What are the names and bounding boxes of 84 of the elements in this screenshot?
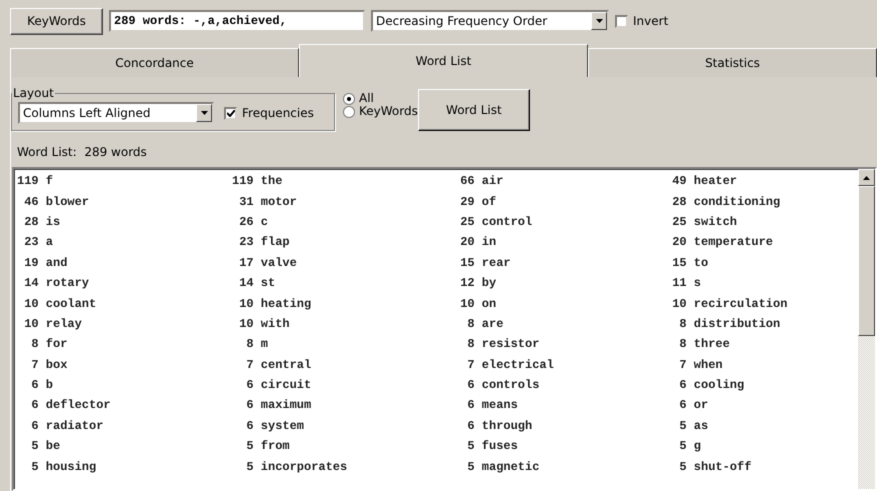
scroll-up-arrow-icon	[863, 176, 870, 180]
word-entry[interactable]: 5 housing	[17, 460, 232, 474]
word-entry[interactable]: 7 central	[232, 358, 453, 372]
word-entry[interactable]: 5 fuses	[453, 439, 665, 454]
word-entry[interactable]: 29 of	[453, 194, 665, 209]
word-entry[interactable]: 5 magnetic	[453, 460, 665, 474]
word-entry[interactable]: 6 through	[453, 418, 665, 433]
checkbox[interactable]	[224, 106, 237, 120]
word-list-button[interactable]: Word List	[418, 89, 530, 131]
scroll-thumb[interactable]	[858, 186, 875, 336]
word-entry[interactable]: 10 relay	[17, 316, 232, 331]
word-entry[interactable]: 119 f	[17, 174, 232, 188]
frequencies-label: Frequencies	[242, 106, 314, 120]
order-dropdown[interactable]: Decreasing Frequency Order	[371, 10, 609, 32]
word-entry[interactable]: 6 b	[17, 378, 232, 392]
word-entry[interactable]: 26 c	[232, 214, 453, 229]
radio-button[interactable]	[343, 106, 355, 118]
word-entry[interactable]: 49 heater	[665, 174, 855, 188]
tab[interactable]: Statistics	[588, 48, 877, 77]
word-entry[interactable]: 14 st	[232, 276, 453, 290]
word-entry[interactable]: 5 from	[232, 439, 453, 454]
word-entry[interactable]: 6 circuit	[232, 378, 453, 392]
word-entry[interactable]: 17 valve	[232, 256, 453, 270]
summary-text: Word List: 289 words	[16, 144, 148, 161]
word-entry[interactable]: 7 when	[665, 358, 855, 372]
dropdown-arrow-icon	[596, 19, 602, 23]
word-entry[interactable]: 15 to	[665, 256, 855, 270]
word-entry[interactable]: 25 control	[453, 214, 665, 229]
word-entry[interactable]: 8 distribution	[665, 316, 855, 331]
checkmark-icon	[226, 110, 234, 116]
tab[interactable]: Word List	[299, 44, 588, 77]
tab[interactable]: Concordance	[10, 48, 299, 77]
layout-dropdown[interactable]: Columns Left Aligned	[18, 102, 214, 124]
radio-button[interactable]	[343, 92, 355, 104]
invert-label: Invert	[633, 14, 668, 28]
word-entry[interactable]: 10 recirculation	[665, 296, 855, 311]
word-entry[interactable]: 10 on	[453, 296, 665, 311]
word-entry[interactable]: 6 means	[453, 398, 665, 412]
word-entry[interactable]: 10 coolant	[17, 296, 232, 311]
dropdown-arrow-icon	[200, 111, 208, 115]
word-entry[interactable]: 31 motor	[232, 194, 453, 209]
word-entry[interactable]: 5 shut-off	[665, 460, 855, 474]
word-entry[interactable]: 23 flap	[232, 235, 453, 250]
keywords-button[interactable]: KeyWords	[10, 8, 103, 34]
word-entry[interactable]: 25 switch	[665, 214, 855, 229]
word-entry[interactable]: 5 as	[665, 418, 855, 433]
word-entry[interactable]: 10 heating	[232, 296, 453, 311]
word-entry[interactable]: 28 is	[17, 214, 232, 229]
word-entry[interactable]: 6 cooling	[665, 378, 855, 392]
keywords-field[interactable]: 289 words: -,a,achieved,	[109, 10, 365, 32]
word-entry[interactable]: 8 are	[453, 316, 665, 331]
word-entry[interactable]: 8 resistor	[453, 337, 665, 352]
word-entry[interactable]: 6 radiator	[17, 418, 232, 433]
word-entry[interactable]: 6 or	[665, 398, 855, 412]
word-entry[interactable]: 10 with	[232, 316, 453, 331]
radio-label: All	[359, 92, 374, 105]
word-entry[interactable]: 8 three	[665, 337, 855, 352]
word-entry[interactable]: 20 temperature	[665, 235, 855, 250]
word-entry[interactable]: 8 m	[232, 337, 453, 352]
word-entry[interactable]: 7 electrical	[453, 358, 665, 372]
word-entry[interactable]: 19 and	[17, 256, 232, 270]
word-entry[interactable]: 6 system	[232, 418, 453, 433]
word-entry[interactable]: 46 blower	[17, 194, 232, 209]
word-entry[interactable]: 7 box	[17, 358, 232, 372]
word-entry[interactable]: 12 by	[453, 276, 665, 290]
word-entry[interactable]: 28 conditioning	[665, 194, 855, 209]
word-entry[interactable]: 5 g	[665, 439, 855, 454]
word-entry[interactable]: 15 rear	[453, 256, 665, 270]
group-title: Layout	[12, 86, 55, 100]
word-entry[interactable]: 6 deflector	[17, 398, 232, 412]
scroll-up-button[interactable]	[858, 169, 875, 186]
word-entry[interactable]: 66 air	[453, 174, 665, 188]
word-entry[interactable]: 6 controls	[453, 378, 665, 392]
word-entry[interactable]: 11 s	[665, 276, 855, 290]
word-entry[interactable]: 14 rotary	[17, 276, 232, 290]
word-entry[interactable]: 5 incorporates	[232, 460, 453, 474]
radio-label: KeyWords	[359, 105, 418, 118]
word-entry[interactable]: 20 in	[453, 235, 665, 250]
word-entry[interactable]: 6 maximum	[232, 398, 453, 412]
word-entry[interactable]: 23 a	[17, 235, 232, 250]
checkbox[interactable]	[615, 14, 628, 28]
word-entry[interactable]: 5 be	[17, 439, 232, 454]
word-entry[interactable]: 8 for	[17, 337, 232, 352]
word-entry[interactable]: 119 the	[232, 174, 453, 188]
